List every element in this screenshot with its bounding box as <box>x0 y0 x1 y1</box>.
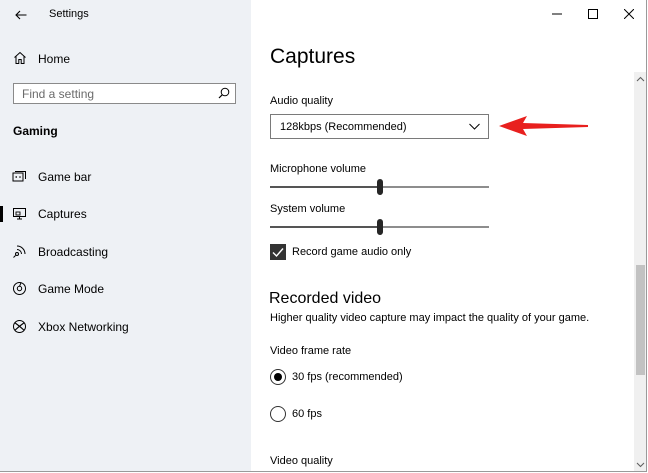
title-bar: Settings <box>0 0 251 30</box>
slider-fill <box>270 186 377 188</box>
sidebar-item-game-mode[interactable]: Game Mode <box>0 276 251 302</box>
nav-home[interactable]: Home <box>0 46 251 72</box>
slider-fill <box>270 226 377 228</box>
record-game-audio-label: Record game audio only <box>292 246 412 258</box>
search-input[interactable] <box>14 84 222 103</box>
xbox-icon <box>13 320 26 333</box>
red-arrow-annotation <box>499 116 588 136</box>
home-icon <box>14 51 26 64</box>
active-indicator <box>0 206 3 222</box>
settings-window: Settings Home Gaming Game bar <box>0 0 647 472</box>
radio-60fps-button[interactable] <box>270 406 286 422</box>
audio-quality-value: 128kbps (Recommended) <box>280 121 407 133</box>
close-button[interactable] <box>611 0 646 28</box>
sidebar: Settings Home Gaming Game bar <box>0 0 251 471</box>
sidebar-item-label: Broadcasting <box>38 245 109 259</box>
captures-icon <box>13 208 26 220</box>
scroll-down-icon[interactable] <box>636 460 645 469</box>
back-arrow-icon <box>15 10 27 20</box>
search-icon[interactable] <box>218 87 230 99</box>
radio-30fps-button[interactable] <box>270 369 286 385</box>
sidebar-item-label: Game Mode <box>38 282 105 296</box>
window-controls <box>539 0 646 28</box>
nav-home-label: Home <box>38 52 71 66</box>
system-volume-label: System volume <box>270 203 346 215</box>
checkmark-icon <box>272 248 284 258</box>
radio-60fps-label: 60 fps <box>292 408 322 420</box>
maximize-icon <box>588 9 598 19</box>
audio-quality-label: Audio quality <box>270 95 333 107</box>
video-frame-rate-label: Video frame rate <box>270 345 352 357</box>
slider-thumb[interactable] <box>377 179 383 195</box>
radio-selected-dot <box>274 373 282 381</box>
broadcasting-icon <box>13 245 26 258</box>
sidebar-item-captures[interactable]: Captures <box>0 201 251 227</box>
sidebar-item-label: Xbox Networking <box>38 320 129 334</box>
sidebar-item-label: Game bar <box>38 170 92 184</box>
record-game-audio-checkbox[interactable] <box>270 244 286 260</box>
sidebar-item-broadcasting[interactable]: Broadcasting <box>0 239 251 265</box>
sidebar-item-label: Captures <box>38 207 87 221</box>
sidebar-item-xbox-networking[interactable]: Xbox Networking <box>0 314 251 340</box>
game-bar-icon <box>12 171 26 182</box>
content-pane <box>251 0 646 471</box>
recorded-video-title: Recorded video <box>269 290 382 307</box>
minimize-button[interactable] <box>539 0 575 28</box>
page-title: Captures <box>270 45 356 68</box>
scrollbar-thumb[interactable] <box>636 265 645 375</box>
scrollbar[interactable] <box>634 72 646 471</box>
audio-quality-dropdown[interactable]: 128kbps (Recommended) <box>270 114 489 139</box>
slider-thumb[interactable] <box>377 219 383 235</box>
system-volume-slider[interactable] <box>270 219 489 235</box>
search-box[interactable] <box>13 83 236 104</box>
chevron-down-icon <box>469 123 480 130</box>
maximize-button[interactable] <box>575 0 611 28</box>
microphone-volume-label: Microphone volume <box>270 163 366 175</box>
game-mode-icon <box>13 282 26 295</box>
recorded-video-description: Higher quality video capture may impact … <box>270 312 590 324</box>
video-quality-label: Video quality <box>270 455 333 467</box>
scroll-up-icon[interactable] <box>636 75 645 84</box>
back-button[interactable] <box>10 4 32 26</box>
close-icon <box>624 9 634 19</box>
minimize-icon <box>552 13 562 15</box>
sidebar-item-game-bar[interactable]: Game bar <box>0 164 251 190</box>
microphone-volume-slider[interactable] <box>270 179 489 195</box>
radio-30fps-label: 30 fps (recommended) <box>292 371 403 383</box>
app-title: Settings <box>49 8 89 20</box>
section-label-gaming: Gaming <box>13 124 58 138</box>
